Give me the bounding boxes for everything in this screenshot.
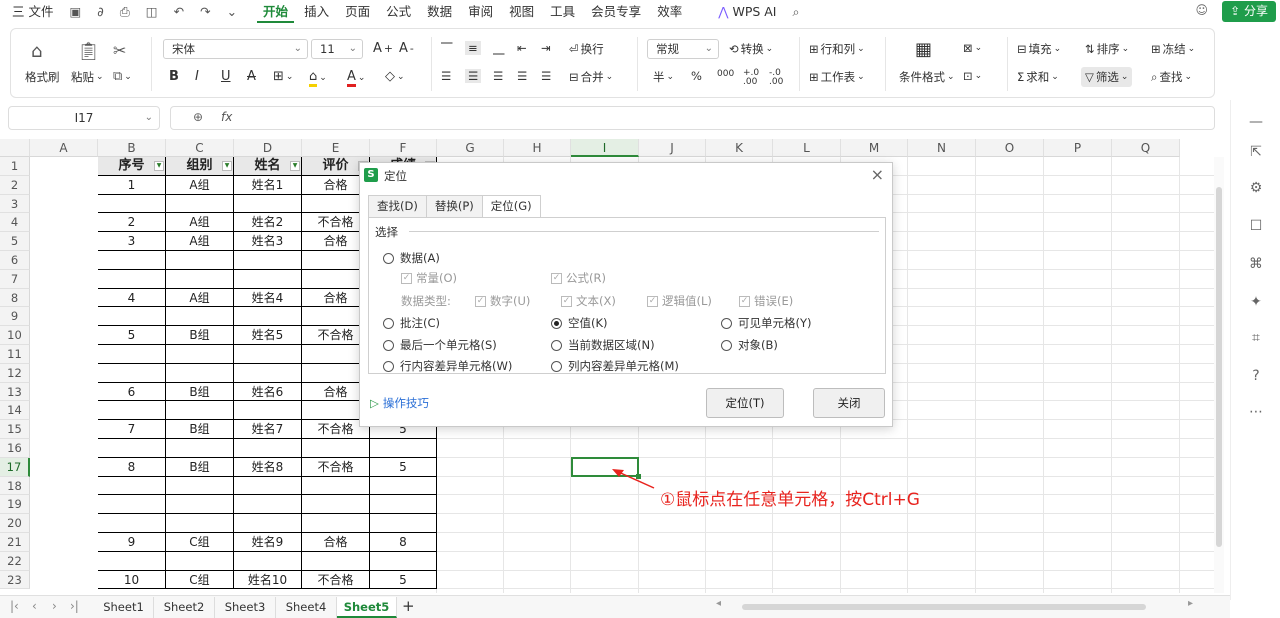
- radio-icon: [383, 252, 394, 264]
- tips-link[interactable]: ▷ 操作技巧: [370, 395, 429, 411]
- add-sheet-icon[interactable]: +: [402, 597, 415, 615]
- radio-col-diff-label: 列内容差异单元格(M): [568, 359, 679, 373]
- checkbox-icon: ✓: [739, 295, 750, 307]
- radio-visible-label: 可见单元格(Y): [738, 316, 812, 330]
- checkbox-icon: ✓: [561, 295, 572, 307]
- scroll-right-icon[interactable]: ▸: [1188, 598, 1193, 609]
- radio-comments-label: 批注(C): [400, 316, 441, 330]
- radio-icon: [383, 339, 394, 351]
- radio-selected-icon: [551, 317, 562, 329]
- radio-icon: [383, 317, 394, 329]
- tips-label: 操作技巧: [382, 396, 429, 410]
- sheet-tab-bar: |‹ ‹ › ›| Sheet1 Sheet2 Sheet3 Sheet4 Sh…: [0, 595, 1230, 618]
- radio-comments[interactable]: 批注(C): [383, 315, 440, 331]
- divider: [409, 231, 879, 232]
- radio-col-diff[interactable]: 列内容差异单元格(M): [551, 358, 679, 374]
- data-type-label: 数据类型:: [401, 294, 451, 308]
- radio-row-diff-label: 行内容差异单元格(W): [400, 359, 513, 373]
- checkbox-icon: ✓: [551, 272, 562, 284]
- radio-objects[interactable]: 对象(B): [721, 337, 778, 353]
- tab-replace[interactable]: 替换(P): [425, 195, 483, 217]
- checkbox-icon: ✓: [401, 272, 412, 284]
- check-constants-label: 常量(O): [416, 271, 458, 285]
- radio-current-region[interactable]: 当前数据区域(N): [551, 337, 655, 353]
- radio-last-cell[interactable]: 最后一个单元格(S): [383, 337, 497, 353]
- sheet-tab-5[interactable]: Sheet5: [337, 597, 397, 618]
- scroll-left-icon[interactable]: ◂: [716, 598, 721, 609]
- h-scroll-thumb[interactable]: [742, 604, 1146, 610]
- goto-panel: 选择 数据(A) ✓ 常量(O) ✓ 公式(R) 数据类型: ✓ 数字(U) ✓ 文本(…: [368, 217, 886, 374]
- check-constants[interactable]: ✓ 常量(O): [401, 270, 457, 286]
- goto-dialog: S 定位 × 查找(D) 替换(P) 定位(G) 选择 数据(A) ✓ 常量(O)…: [359, 162, 893, 427]
- sheet-tab-4[interactable]: Sheet4: [276, 597, 337, 618]
- check-text-label: 文本(X): [576, 294, 616, 308]
- sheet-tab-1[interactable]: Sheet1: [94, 597, 154, 618]
- checkbox-icon: ✓: [647, 295, 658, 307]
- dialog-titlebar[interactable]: S 定位 ×: [360, 163, 892, 189]
- check-formula[interactable]: ✓ 公式(R): [551, 270, 606, 286]
- sheet-tab-3[interactable]: Sheet3: [215, 597, 276, 618]
- play-icon: ▷: [370, 396, 379, 410]
- check-logical[interactable]: ✓ 逻辑值(L): [647, 293, 712, 309]
- check-error-label: 错误(E): [754, 294, 794, 308]
- prev-sheet-icon[interactable]: ‹: [32, 599, 37, 613]
- check-number[interactable]: ✓ 数字(U): [475, 293, 530, 309]
- wps-logo-icon: S: [364, 168, 378, 182]
- check-formula-label: 公式(R): [566, 271, 606, 285]
- radio-icon: [551, 339, 562, 351]
- radio-objects-label: 对象(B): [738, 338, 778, 352]
- radio-data-label: 数据(A): [400, 251, 440, 265]
- radio-blanks[interactable]: 空值(K): [551, 315, 608, 331]
- last-sheet-icon[interactable]: ›|: [70, 599, 79, 613]
- sheet-tab-2[interactable]: Sheet2: [154, 597, 215, 618]
- radio-icon: [551, 360, 562, 372]
- check-error[interactable]: ✓ 错误(E): [739, 293, 793, 309]
- next-sheet-icon[interactable]: ›: [52, 599, 57, 613]
- radio-current-region-label: 当前数据区域(N): [568, 338, 655, 352]
- check-logical-label: 逻辑值(L): [662, 294, 712, 308]
- radio-icon: [383, 360, 394, 372]
- check-text[interactable]: ✓ 文本(X): [561, 293, 616, 309]
- first-sheet-icon[interactable]: |‹: [10, 599, 19, 613]
- goto-button[interactable]: 定位(T): [706, 388, 784, 418]
- radio-icon: [721, 339, 732, 351]
- radio-data[interactable]: 数据(A): [383, 250, 440, 266]
- tab-goto[interactable]: 定位(G): [481, 195, 541, 218]
- horizontal-scrollbar[interactable]: ◂ ▸: [716, 598, 1206, 611]
- annotation-step1: ①鼠标点在任意单元格，按Ctrl+G: [660, 490, 920, 510]
- tab-find[interactable]: 查找(D): [368, 195, 427, 217]
- radio-icon: [721, 317, 732, 329]
- radio-visible[interactable]: 可见单元格(Y): [721, 315, 812, 331]
- radio-last-cell-label: 最后一个单元格(S): [400, 338, 497, 352]
- dialog-title: 定位: [384, 169, 407, 183]
- radio-blanks-label: 空值(K): [568, 316, 608, 330]
- close-icon[interactable]: ×: [871, 165, 884, 184]
- dialog-tabs: 查找(D) 替换(P) 定位(G): [368, 195, 541, 218]
- close-button[interactable]: 关闭: [813, 388, 885, 418]
- section-label: 选择: [375, 225, 398, 239]
- radio-row-diff[interactable]: 行内容差异单元格(W): [383, 358, 512, 374]
- check-number-label: 数字(U): [490, 294, 531, 308]
- checkbox-icon: ✓: [475, 295, 486, 307]
